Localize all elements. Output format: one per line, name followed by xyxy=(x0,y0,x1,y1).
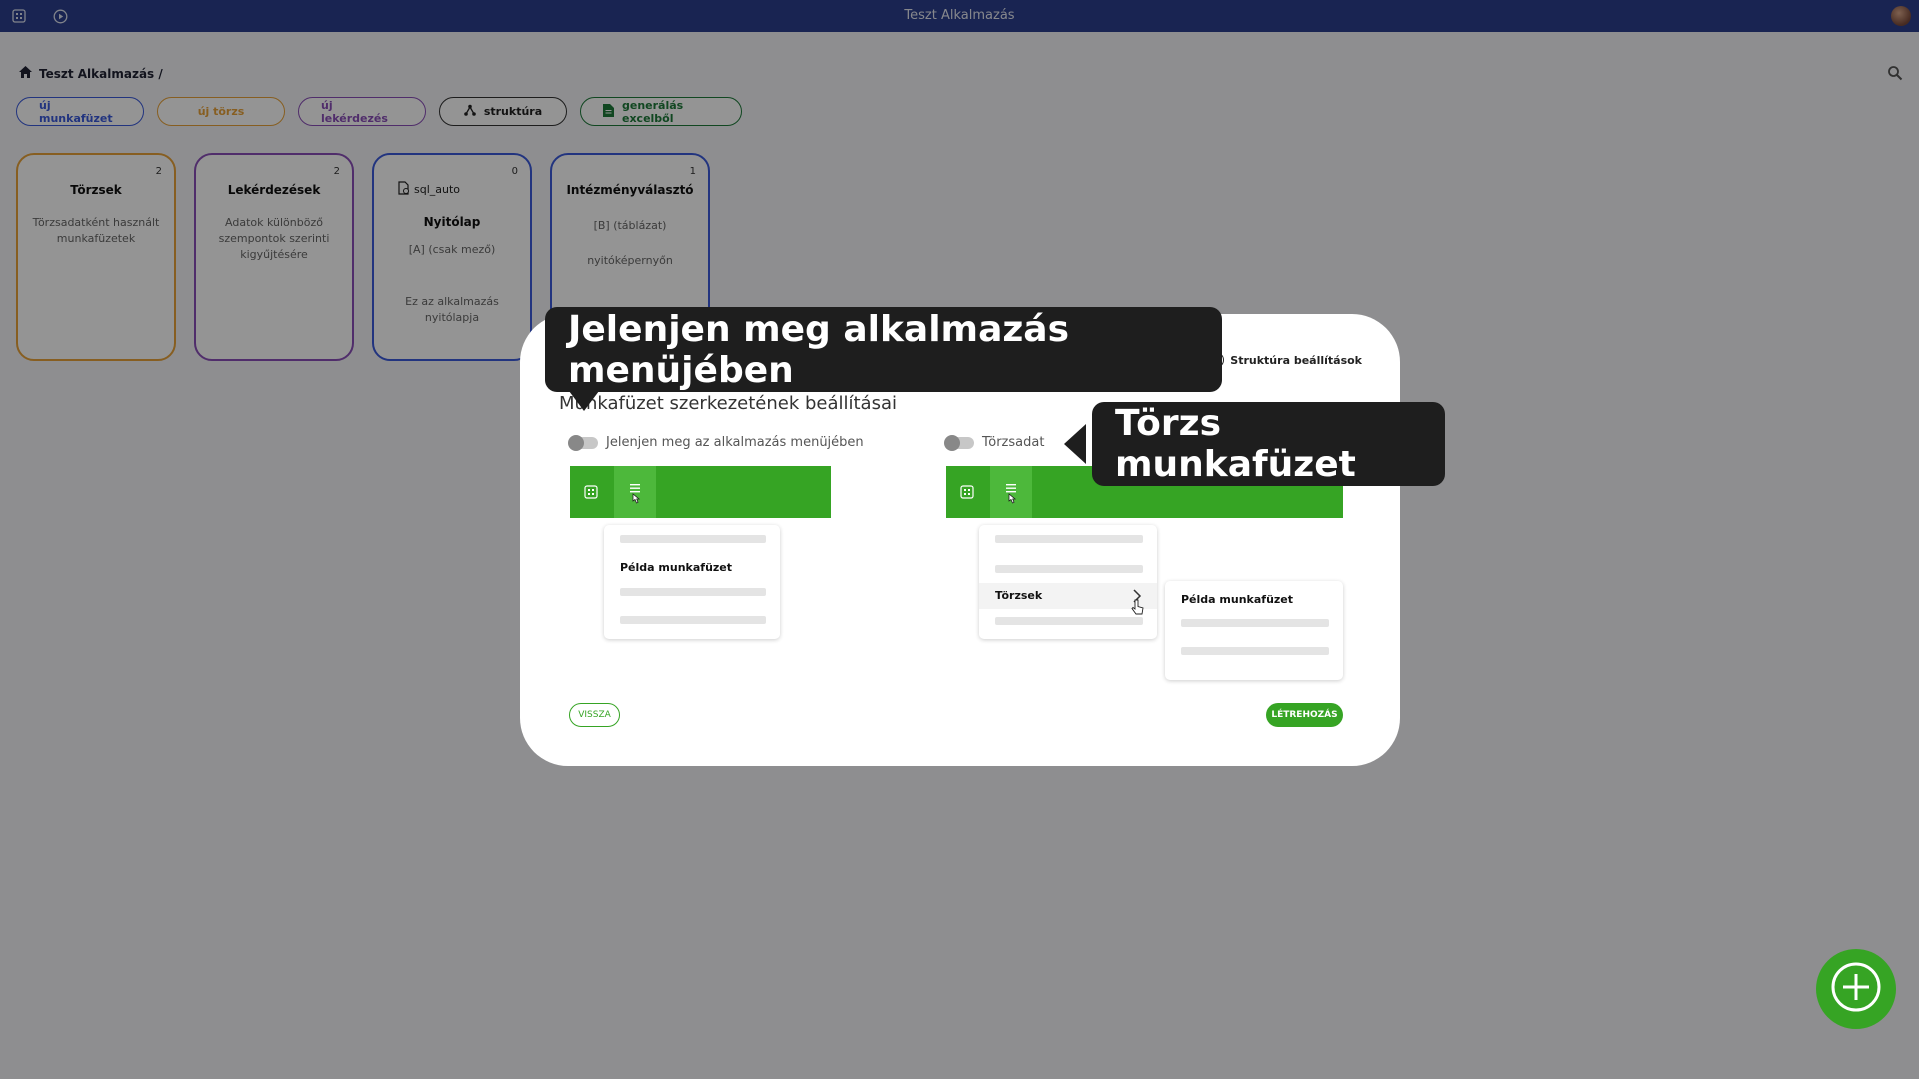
menu-tooltip-arrow xyxy=(569,391,599,411)
masters-menu-item: Törzsek xyxy=(979,583,1157,615)
step-indicator: 3 Struktúra beállítások xyxy=(1208,352,1362,368)
add-fab-button[interactable] xyxy=(1816,949,1896,1029)
plus-circle-icon xyxy=(1829,960,1883,1018)
menu-icon xyxy=(614,466,656,518)
menu-toggle-label: Jelenjen meg az alkalmazás menüjében xyxy=(606,435,864,450)
master-preview-dropdown: Törzsek xyxy=(979,525,1157,639)
dialog-title: Munkafüzet szerkezetének beállításai xyxy=(559,393,898,414)
menu-switch[interactable] xyxy=(568,434,598,451)
example-workbook-label: Példa munkafüzet xyxy=(620,561,733,574)
master-preview-submenu: Példa munkafüzet xyxy=(1165,581,1343,680)
create-button[interactable]: LÉTREHOZÁS xyxy=(1266,703,1343,727)
menu-tooltip: Jelenjen meg alkalmazás menüjében xyxy=(545,307,1222,392)
master-tooltip-arrow xyxy=(1064,424,1086,464)
master-tooltip-text: Törzs munkafüzet xyxy=(1115,403,1356,485)
menu-icon xyxy=(990,466,1032,518)
step-label: Struktúra beállítások xyxy=(1230,353,1362,367)
grid-icon xyxy=(570,466,612,518)
masters-item-label: Törzsek xyxy=(995,589,1043,602)
master-tooltip: Törzs munkafüzet xyxy=(1092,402,1445,486)
master-data-toggle[interactable]: Törzsadat xyxy=(944,434,1045,451)
master-switch[interactable] xyxy=(944,434,974,451)
grid-icon xyxy=(946,466,988,518)
hand-pointer-icon xyxy=(1131,599,1145,619)
menu-preview-bar xyxy=(570,466,831,518)
example-workbook-label: Példa munkafüzet xyxy=(1181,593,1294,606)
menu-visibility-toggle[interactable]: Jelenjen meg az alkalmazás menüjében xyxy=(568,434,864,451)
menu-tooltip-text: Jelenjen meg alkalmazás menüjében xyxy=(568,308,1070,391)
master-toggle-label: Törzsadat xyxy=(982,435,1045,450)
menu-preview-dropdown: Példa munkafüzet xyxy=(604,525,780,639)
back-button[interactable]: VISSZA xyxy=(569,703,620,727)
